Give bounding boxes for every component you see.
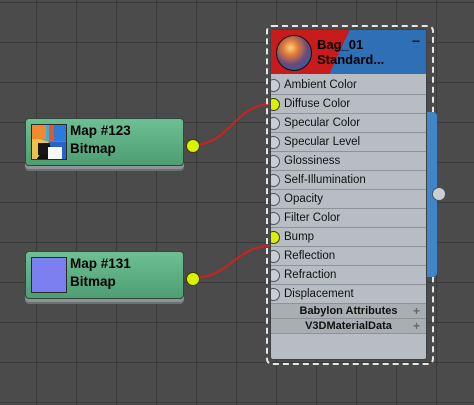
- rollout-v3d-material-data[interactable]: V3DMaterialData +: [271, 319, 426, 334]
- map-node-body[interactable]: Map #131 Bitmap: [25, 251, 184, 299]
- slot-input-port[interactable]: [271, 155, 280, 168]
- rollout-label: V3DMaterialData: [305, 320, 392, 332]
- map-subtitle: Bitmap: [70, 274, 116, 289]
- slot-input-port[interactable]: [271, 231, 280, 244]
- slot-specular-level[interactable]: Specular Level: [271, 133, 426, 152]
- slot-label: Refraction: [284, 269, 337, 281]
- slot-label: Bump: [284, 231, 315, 243]
- slot-input-port[interactable]: [271, 117, 280, 130]
- slot-input-port[interactable]: [271, 79, 280, 92]
- expand-icon[interactable]: +: [413, 304, 420, 318]
- material-sphere-thumbnail: [276, 35, 312, 71]
- slot-input-port[interactable]: [271, 98, 280, 111]
- slot-diffuse-color[interactable]: Diffuse Color: [271, 95, 426, 114]
- slot-refraction[interactable]: Refraction: [271, 266, 426, 285]
- slot-input-port[interactable]: [271, 288, 280, 301]
- wire-map131-to-bump: [192, 245, 272, 279]
- slot-ambient-color[interactable]: Ambient Color: [271, 76, 426, 95]
- slot-label: Specular Level: [284, 136, 361, 148]
- slot-input-port[interactable]: [271, 174, 280, 187]
- map-title: Map #123: [70, 123, 131, 138]
- wire-map123-to-diffuse: [192, 103, 272, 146]
- collapse-button[interactable]: −: [412, 33, 420, 49]
- material-header[interactable]: Bag_01 Standard... −: [271, 30, 426, 74]
- slot-bump[interactable]: Bump: [271, 228, 426, 247]
- map-123-output-port[interactable]: [186, 139, 200, 153]
- slot-filter-color[interactable]: Filter Color: [271, 209, 426, 228]
- slot-label: Self-Illumination: [284, 174, 366, 186]
- map-node-123[interactable]: Map #123 Bitmap: [25, 118, 184, 166]
- material-title: Bag_01: [317, 37, 364, 52]
- slot-displacement[interactable]: Displacement: [271, 285, 426, 304]
- material-type: Standard...: [317, 52, 385, 67]
- slot-label: Glossiness: [284, 155, 341, 167]
- slot-label: Filter Color: [284, 212, 341, 224]
- slot-opacity[interactable]: Opacity: [271, 190, 426, 209]
- slot-input-port[interactable]: [271, 193, 280, 206]
- map-node-131[interactable]: Map #131 Bitmap: [25, 251, 184, 299]
- map-node-body[interactable]: Map #123 Bitmap: [25, 118, 184, 166]
- material-node[interactable]: Bag_01 Standard... − Ambient Color Diffu…: [270, 29, 427, 360]
- map-title: Map #131: [70, 256, 131, 271]
- slot-self-illumination[interactable]: Self-Illumination: [271, 171, 426, 190]
- material-output-port[interactable]: [432, 187, 446, 201]
- bitmap-thumbnail: [31, 124, 67, 160]
- slot-input-port[interactable]: [271, 212, 280, 225]
- slot-input-port[interactable]: [271, 136, 280, 149]
- slot-label: Ambient Color: [284, 79, 357, 91]
- rollout-label: Babylon Attributes: [299, 305, 398, 317]
- slot-glossiness[interactable]: Glossiness: [271, 152, 426, 171]
- slot-reflection[interactable]: Reflection: [271, 247, 426, 266]
- slot-label: Opacity: [284, 193, 323, 205]
- slot-label: Displacement: [284, 288, 354, 300]
- expand-icon[interactable]: +: [413, 319, 420, 333]
- map-131-output-port[interactable]: [186, 272, 200, 286]
- slot-input-port[interactable]: [271, 269, 280, 282]
- rollout-babylon-attributes[interactable]: Babylon Attributes +: [271, 304, 426, 319]
- slot-label: Specular Color: [284, 117, 361, 129]
- map-subtitle: Bitmap: [70, 141, 116, 156]
- slot-input-port[interactable]: [271, 250, 280, 263]
- slot-label: Reflection: [284, 250, 336, 262]
- material-slot-list: Ambient Color Diffuse Color Specular Col…: [271, 76, 426, 334]
- color-swatch-thumbnail: [31, 257, 67, 293]
- slot-label: Diffuse Color: [284, 98, 351, 110]
- slot-specular-color[interactable]: Specular Color: [271, 114, 426, 133]
